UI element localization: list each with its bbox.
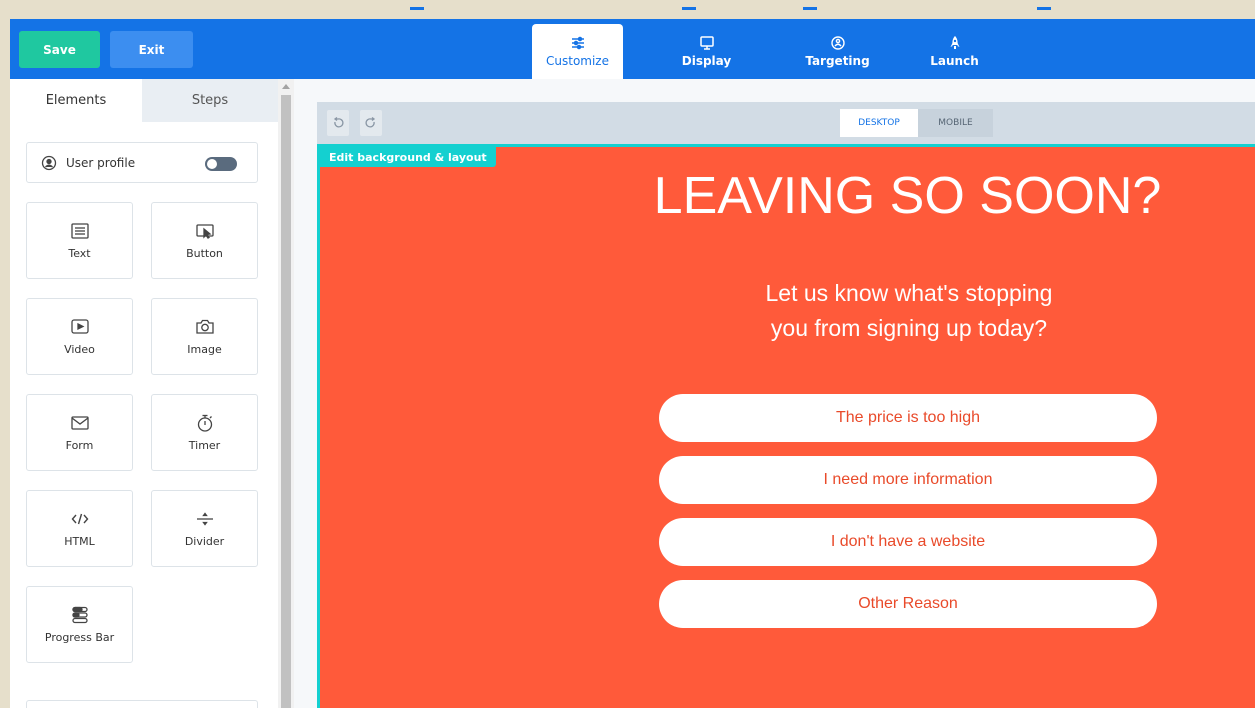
tab-label: Launch — [930, 54, 979, 68]
subtext-line: you from signing up today? — [770, 315, 1048, 341]
tab-marker — [803, 7, 817, 10]
scrollbar-thumb[interactable] — [281, 95, 291, 708]
answer-button-no-website[interactable]: I don't have a website — [659, 518, 1157, 566]
button-icon — [195, 224, 214, 239]
top-toolbar — [10, 19, 1255, 79]
view-desktop-button[interactable]: DESKTOP — [840, 109, 918, 137]
element-button[interactable]: Button — [151, 202, 258, 279]
element-label: Divider — [184, 535, 225, 548]
element-progress-bar[interactable]: Progress Bar — [26, 586, 133, 663]
element-label: Button — [186, 247, 223, 260]
element-form[interactable]: Form — [26, 394, 133, 471]
tab-display[interactable]: Display — [661, 24, 752, 79]
tab-marker — [1037, 7, 1051, 10]
view-mobile-button[interactable]: MOBILE — [918, 109, 993, 137]
element-label: HTML — [64, 535, 95, 548]
video-icon — [70, 319, 89, 334]
answer-button-other[interactable]: Other Reason — [659, 580, 1157, 628]
code-icon — [71, 513, 88, 525]
tab-customize[interactable]: Customize — [532, 24, 623, 79]
element-html[interactable]: HTML — [26, 490, 133, 567]
tab-label: Targeting — [805, 54, 870, 68]
tab-targeting[interactable]: Targeting — [792, 24, 883, 79]
redo-button[interactable] — [360, 110, 382, 136]
element-video[interactable]: Video — [26, 298, 133, 375]
undo-icon — [333, 117, 344, 128]
tab-elements[interactable]: Elements — [10, 79, 142, 122]
answer-button-price[interactable]: The price is too high — [659, 394, 1157, 442]
sliders-icon — [571, 36, 584, 50]
tab-label: Customize — [546, 54, 609, 68]
divider-icon — [196, 512, 213, 526]
user-profile-label: User profile — [66, 155, 136, 170]
element-label: Image — [187, 343, 222, 356]
element-text[interactable]: Text — [26, 202, 133, 279]
rocket-icon — [950, 36, 959, 49]
sidebar-card[interactable] — [26, 700, 258, 708]
progress-bar-icon — [71, 606, 88, 624]
user-icon — [41, 155, 57, 170]
element-divider[interactable]: Divider — [151, 490, 258, 567]
redo-icon — [365, 117, 376, 128]
top-stripe — [10, 7, 1255, 19]
element-timer[interactable]: Timer — [151, 394, 258, 471]
user-profile-switch[interactable] — [205, 157, 237, 171]
element-label: Progress Bar — [44, 631, 115, 644]
tab-steps[interactable]: Steps — [142, 79, 278, 122]
undo-button[interactable] — [327, 110, 349, 136]
tab-marker — [410, 7, 424, 10]
sidebar-tabs: Elements Steps — [10, 79, 278, 122]
scroll-up-arrow[interactable] — [282, 84, 290, 89]
exit-button[interactable]: Exit — [110, 31, 193, 68]
element-image[interactable]: Image — [151, 298, 258, 375]
target-icon — [830, 36, 845, 50]
element-label: Timer — [188, 439, 221, 452]
answer-button-more-info[interactable]: I need more information — [659, 456, 1157, 504]
element-label: Video — [64, 343, 95, 356]
tab-marker — [682, 7, 696, 10]
tab-label: Display — [681, 54, 732, 68]
user-profile-toggle-row[interactable]: User profile — [26, 142, 258, 183]
popup-subtext[interactable]: Let us know what's stopping you from sig… — [660, 276, 1158, 346]
canvas-toolbar — [317, 102, 1255, 144]
camera-icon — [195, 319, 214, 334]
element-label: Form — [65, 439, 94, 452]
tab-launch[interactable]: Launch — [909, 24, 1000, 79]
edit-background-button[interactable]: Edit background & layout — [320, 147, 496, 167]
element-label: Text — [68, 247, 91, 260]
envelope-icon — [70, 416, 89, 430]
popup-headline[interactable]: LEAVING SO SOON? — [560, 166, 1255, 226]
monitor-icon — [699, 36, 714, 50]
subtext-line: Let us know what's stopping — [765, 280, 1053, 306]
stopwatch-icon — [197, 414, 212, 432]
text-icon — [70, 223, 89, 239]
save-button[interactable]: Save — [19, 31, 100, 68]
